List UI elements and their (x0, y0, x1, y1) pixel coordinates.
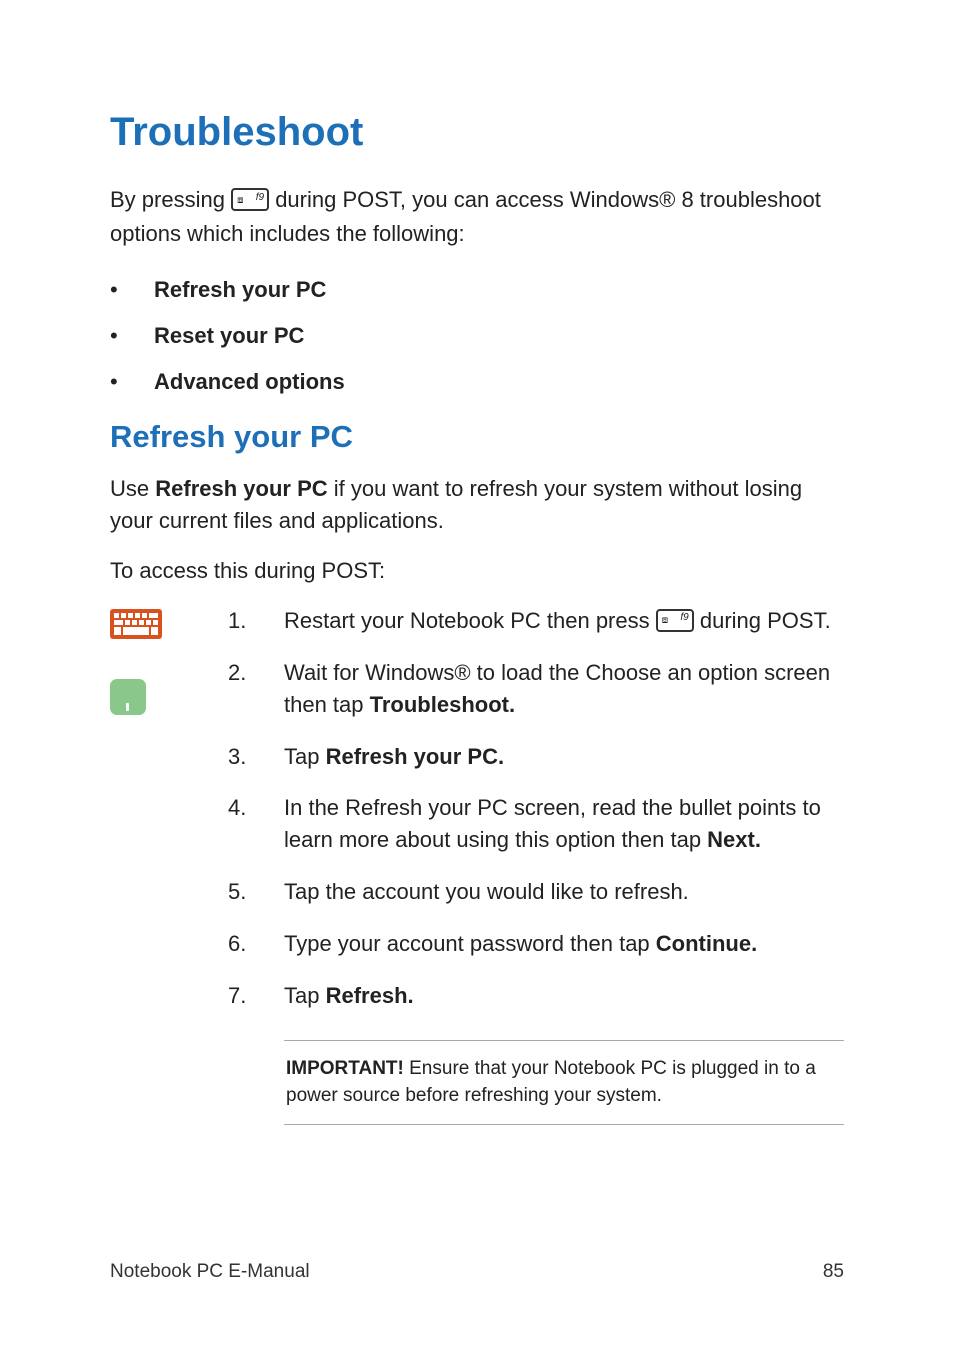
step-number: 6. (228, 928, 284, 960)
step-body: In the Refresh your PC screen, read the … (284, 792, 844, 856)
step-5: 5. Tap the account you would like to ref… (228, 876, 844, 908)
intro-paragraph: By pressing f9 ⧈ during POST, you can ac… (110, 183, 844, 251)
section-intro-bold: Refresh your PC (155, 476, 327, 501)
step-text-pre: Wait for Windows® to load the Choose an … (284, 660, 830, 717)
bullet-dot: • (110, 369, 154, 395)
step-text-bold: Troubleshoot. (370, 692, 515, 717)
step-7: 7. Tap Refresh. (228, 980, 844, 1012)
bullet-label: Reset your PC (154, 323, 304, 349)
step-6: 6. Type your account password then tap C… (228, 928, 844, 960)
step-text-bold: Next. (707, 827, 761, 852)
important-note: IMPORTANT! Ensure that your Notebook PC … (284, 1040, 844, 1125)
step-text-pre: Tap (284, 983, 326, 1008)
page-footer: Notebook PC E-Manual 85 (110, 1261, 844, 1283)
step-text-post: during POST. (700, 608, 831, 633)
step-body: Tap Refresh. (284, 980, 844, 1012)
step-text-pre: Restart your Notebook PC then press (284, 608, 656, 633)
icon-column (110, 605, 228, 1125)
step-text-bold: Refresh your PC. (326, 744, 505, 769)
step-body: Restart your Notebook PC then press f9 ⧈… (284, 605, 844, 637)
key-label: f9 (256, 190, 264, 206)
step-number: 7. (228, 980, 284, 1012)
f9-key-icon: f9 ⧈ (231, 188, 269, 211)
step-number: 2. (228, 657, 284, 721)
step-number: 3. (228, 741, 284, 773)
step-number: 1. (228, 605, 284, 637)
steps-column: 1. Restart your Notebook PC then press f… (228, 605, 844, 1125)
bullet-label: Advanced options (154, 369, 345, 395)
important-label: IMPORTANT! (286, 1058, 404, 1079)
step-text-bold: Refresh. (326, 983, 414, 1008)
section-intro: Use Refresh your PC if you want to refre… (110, 473, 844, 537)
touch-icon (110, 679, 146, 715)
step-text-pre: Type your account password then tap (284, 931, 656, 956)
step-2: 2. Wait for Windows® to load the Choose … (228, 657, 844, 721)
key-label: f9 (680, 611, 688, 626)
step-number: 5. (228, 876, 284, 908)
step-body: Type your account password then tap Cont… (284, 928, 844, 960)
bullet-label: Refresh your PC (154, 277, 326, 303)
key-symbol: ⧈ (662, 614, 668, 629)
page-number: 85 (823, 1261, 844, 1283)
step-body: Wait for Windows® to load the Choose an … (284, 657, 844, 721)
bullet-dot: • (110, 277, 154, 303)
footer-title: Notebook PC E-Manual (110, 1261, 310, 1283)
key-symbol: ⧈ (237, 193, 243, 209)
list-item: • Refresh your PC (110, 277, 844, 303)
list-item: • Advanced options (110, 369, 844, 395)
steps-block: 1. Restart your Notebook PC then press f… (110, 605, 844, 1125)
section-intro-pre: Use (110, 476, 155, 501)
list-item: • Reset your PC (110, 323, 844, 349)
step-text-pre: Tap (284, 744, 326, 769)
section-heading: Refresh your PC (110, 419, 844, 455)
keyboard-icon (110, 609, 228, 639)
step-text-bold: Continue. (656, 931, 757, 956)
bullet-dot: • (110, 323, 154, 349)
step-1: 1. Restart your Notebook PC then press f… (228, 605, 844, 637)
f9-key-icon: f9 ⧈ (656, 609, 694, 632)
intro-pre: By pressing (110, 187, 231, 212)
bullet-list: • Refresh your PC • Reset your PC • Adva… (110, 277, 844, 395)
step-4: 4. In the Refresh your PC screen, read t… (228, 792, 844, 856)
step-body: Tap the account you would like to refres… (284, 876, 844, 908)
step-body: Tap Refresh your PC. (284, 741, 844, 773)
section-subintro: To access this during POST: (110, 555, 844, 587)
page-content: Troubleshoot By pressing f9 ⧈ during POS… (0, 0, 954, 1125)
step-3: 3. Tap Refresh your PC. (228, 741, 844, 773)
page-title: Troubleshoot (110, 110, 844, 155)
step-number: 4. (228, 792, 284, 856)
